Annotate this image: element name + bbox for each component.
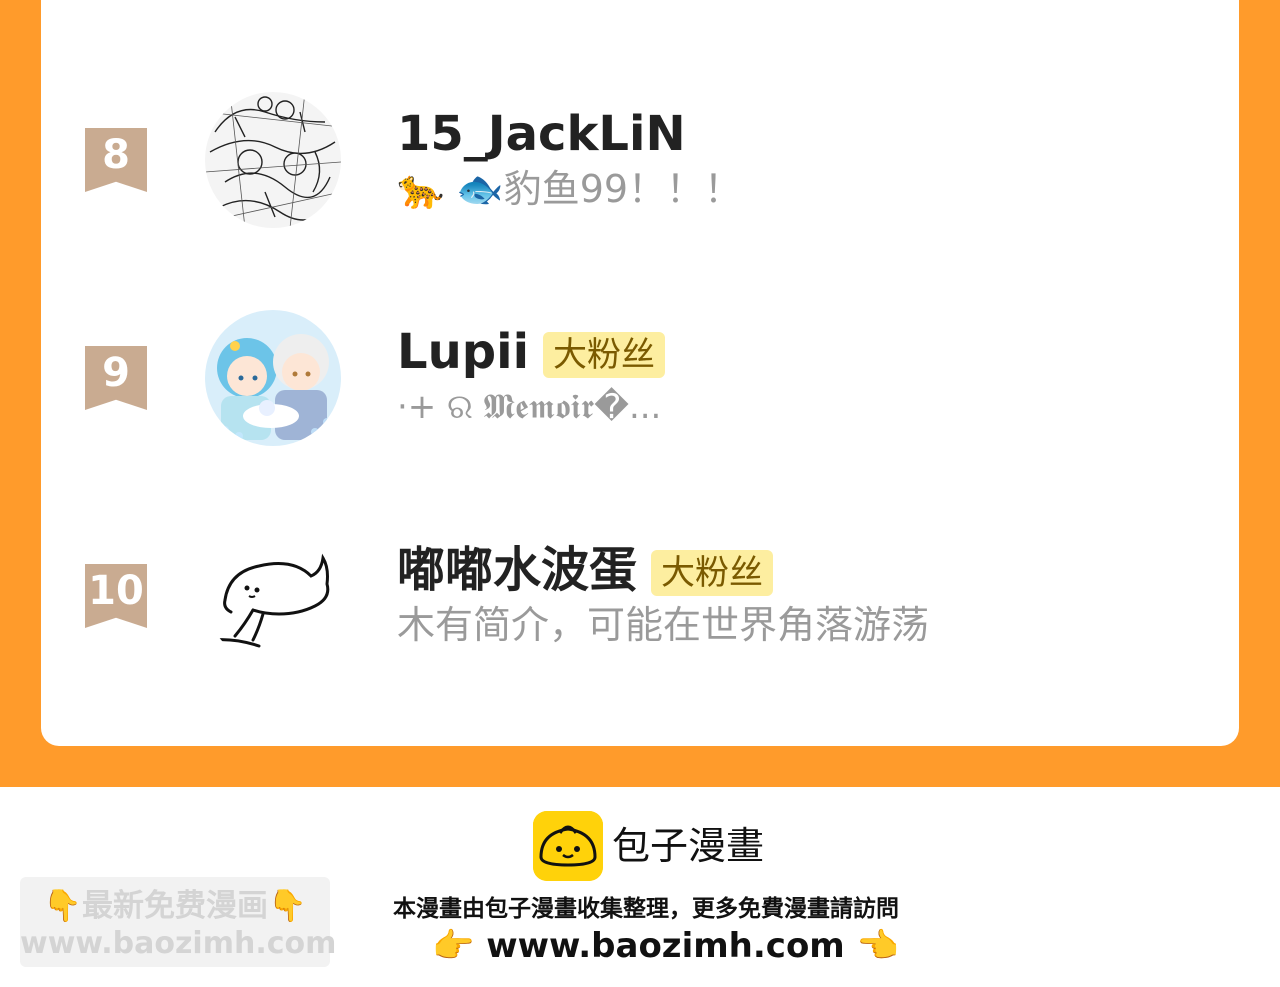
fan-badge: 大粉丝 [543,332,666,378]
rank-ribbon: 10 [85,564,147,628]
username-text[interactable]: 嘟嘟水波蛋 [397,542,637,598]
avatar[interactable] [205,310,341,446]
username-text[interactable]: Lupii [397,324,529,380]
ranking-row[interactable]: 10 嘟嘟水波蛋 大粉丝 木有简介，可能在世界角落游荡 [41,516,1239,676]
ranking-row[interactable]: 9 Lupii 大粉丝 ·+ ର 𝕸𝖊𝖒𝖔𝖎𝖗�... [41,298,1239,458]
footer-notice: 本漫畫由包子漫畫收集整理，更多免費漫畫請訪問 [393,896,899,922]
pointing-right-icon: 👉 [432,926,475,966]
user-bio: 木有简介，可能在世界角落游荡 [397,603,930,647]
pointing-left-icon: 👈 [856,926,899,966]
rank-ribbon: 8 [85,128,147,192]
site-footer: 👇最新免费漫画👇 www.baozimh.com 包子漫畫 本漫畫由包子漫畫收集… [0,787,1280,987]
watermark-url[interactable]: www.baozimh.com [20,927,336,961]
avatar[interactable] [205,92,341,228]
fan-badge: 大粉丝 [651,550,774,596]
site-url-link[interactable]: 👉 www.baozimh.com 👈 [432,925,899,967]
username[interactable]: 15_JackLiN [397,106,686,162]
watermark-box[interactable]: 👇最新免费漫画👇 www.baozimh.com [20,877,336,967]
username[interactable]: Lupii 大粉丝 [397,324,666,380]
ranking-row[interactable]: 8 15_JackLiN 🐆 🐟豹鱼99！！！ [41,80,1239,240]
avatar[interactable] [205,528,341,664]
brand-name: 包子漫畫 [612,824,765,868]
baozi-logo-icon [533,811,603,881]
site-url-text[interactable]: www.baozimh.com [486,926,845,966]
rank-ribbon: 9 [85,346,147,410]
user-bio: ·+ ର 𝕸𝖊𝖒𝖔𝖎𝖗�... [397,387,662,427]
user-bio: 🐆 🐟豹鱼99！！！ [397,167,743,211]
watermark-title: 👇最新免费漫画👇 [43,888,307,924]
username[interactable]: 嘟嘟水波蛋 大粉丝 [397,542,774,598]
ranking-card: 8 15_JackLiN 🐆 🐟豹鱼99！！！ 9 Lupii 大粉丝 ·+ ର… [41,0,1239,746]
